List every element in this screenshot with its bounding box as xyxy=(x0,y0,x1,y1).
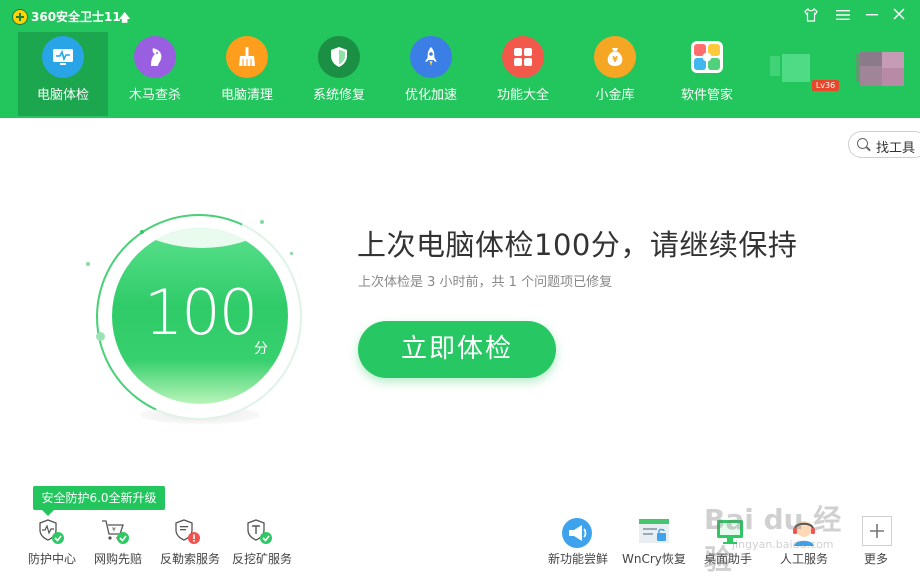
nav-item-trojan-scan[interactable]: 木马查杀 xyxy=(110,32,200,116)
grid-icon xyxy=(502,36,544,78)
bottom-label: 网购先赔 xyxy=(94,552,143,566)
decor-dot xyxy=(96,332,105,341)
bottom-label: WnCry恢复 xyxy=(622,552,686,566)
megaphone-icon xyxy=(560,516,592,548)
nav-item-software-manager[interactable]: 软件管家 xyxy=(662,32,752,116)
start-checkup-button[interactable]: 立即体检 xyxy=(358,321,556,378)
decor-dot xyxy=(260,220,264,224)
nav-label: 电脑清理 xyxy=(220,88,273,103)
nav-item-speed-up[interactable]: 优化加速 xyxy=(386,32,476,116)
find-tool-button[interactable]: 找工具 xyxy=(848,131,920,158)
up-arrow-icon[interactable]: 🡅 xyxy=(119,9,130,28)
nav-item-pc-checkup[interactable]: 电脑体检 xyxy=(18,32,108,116)
nav-label: 系统修复 xyxy=(312,88,365,103)
nav-item-pc-clean[interactable]: 电脑清理 xyxy=(202,32,292,116)
plus-icon xyxy=(862,516,892,546)
protection-center-icon xyxy=(36,516,68,548)
bottom-label: 更多 xyxy=(864,552,889,566)
menu-icon[interactable] xyxy=(834,7,852,25)
nav-item-system-repair[interactable]: 系统修复 xyxy=(294,32,384,116)
wncry-restore-button[interactable]: WnCry恢复 xyxy=(622,514,686,570)
nav-label: 软件管家 xyxy=(680,88,733,103)
protection-center-button[interactable]: 防护中心 xyxy=(26,514,78,570)
minimize-icon[interactable] xyxy=(863,7,881,25)
top-bar: 360安全卫士11 🡅 电脑体检 木马查杀 电脑清理 系统修复 优化加速 功能大… xyxy=(0,0,920,118)
shirt-icon[interactable] xyxy=(802,7,820,25)
decor-dot xyxy=(86,262,90,266)
avatar[interactable] xyxy=(770,48,910,92)
more-button[interactable]: 更多 xyxy=(860,514,896,570)
horse-icon xyxy=(134,36,176,78)
bottom-label: 防护中心 xyxy=(28,552,77,566)
nav-item-all-features[interactable]: 功能大全 xyxy=(478,32,568,116)
nav-label: 优化加速 xyxy=(404,88,457,103)
shopping-cart-icon: ¥ xyxy=(100,516,132,548)
bottom-label: 反勒索服务 xyxy=(160,552,221,566)
anti-mining-icon xyxy=(244,516,276,548)
app-window: 360安全卫士11 🡅 电脑体检 木马查杀 电脑清理 系统修复 优化加速 功能大… xyxy=(0,0,920,580)
nav-label: 木马查杀 xyxy=(128,88,181,103)
find-tool-label: 找工具 xyxy=(876,141,916,156)
nav-item-treasury[interactable]: ¥ 小金库 xyxy=(570,32,660,116)
bottom-label: 反挖矿服务 xyxy=(232,552,293,566)
score-indicator: 100 分 xyxy=(66,184,332,450)
anti-ransom-button[interactable]: 反勒索服务 xyxy=(158,514,222,570)
money-bag-icon: ¥ xyxy=(594,36,636,78)
page-title: 上次电脑体检100分，请继续保持 xyxy=(357,228,798,262)
app-title: 360安全卫士11 xyxy=(31,10,121,24)
watermark: Bai du 经验 jingyan.baidu.com xyxy=(704,498,864,576)
bottom-label: 新功能尝鲜 xyxy=(548,552,609,566)
anti-mining-button[interactable]: 反挖矿服务 xyxy=(230,514,294,570)
shopping-compensation-button[interactable]: ¥ 网购先赔 xyxy=(92,514,144,570)
watermark-url: jingyan.baidu.com xyxy=(732,538,834,551)
promo-badge[interactable]: 安全防护6.0全新升级 xyxy=(33,486,165,516)
flower-icon xyxy=(686,36,728,78)
app-logo-icon xyxy=(12,9,28,25)
last-check-status: 上次体检是 3 小时前，共 1 个问题项已修复 xyxy=(358,275,613,290)
monitor-icon xyxy=(42,36,84,78)
decor-dot xyxy=(290,252,293,255)
new-features-button[interactable]: 新功能尝鲜 xyxy=(546,514,610,570)
close-icon[interactable] xyxy=(890,7,908,25)
score-unit: 分 xyxy=(254,341,268,357)
svg-text:¥: ¥ xyxy=(112,527,116,534)
decor-dot xyxy=(140,230,144,234)
level-badge: Lv36 xyxy=(812,80,839,91)
wncry-restore-icon xyxy=(638,516,670,548)
title-bar: 360安全卫士11 🡅 xyxy=(0,0,920,32)
nav-label: 功能大全 xyxy=(496,88,549,103)
anti-ransom-icon xyxy=(172,516,204,548)
rocket-icon xyxy=(410,36,452,78)
search-icon xyxy=(857,138,868,149)
shield-icon xyxy=(318,36,360,78)
svg-text:¥: ¥ xyxy=(612,55,618,64)
nav-label: 电脑体检 xyxy=(36,88,89,103)
score-ball: 100 分 xyxy=(112,228,288,404)
nav-label: 小金库 xyxy=(595,88,635,103)
broom-icon xyxy=(226,36,268,78)
